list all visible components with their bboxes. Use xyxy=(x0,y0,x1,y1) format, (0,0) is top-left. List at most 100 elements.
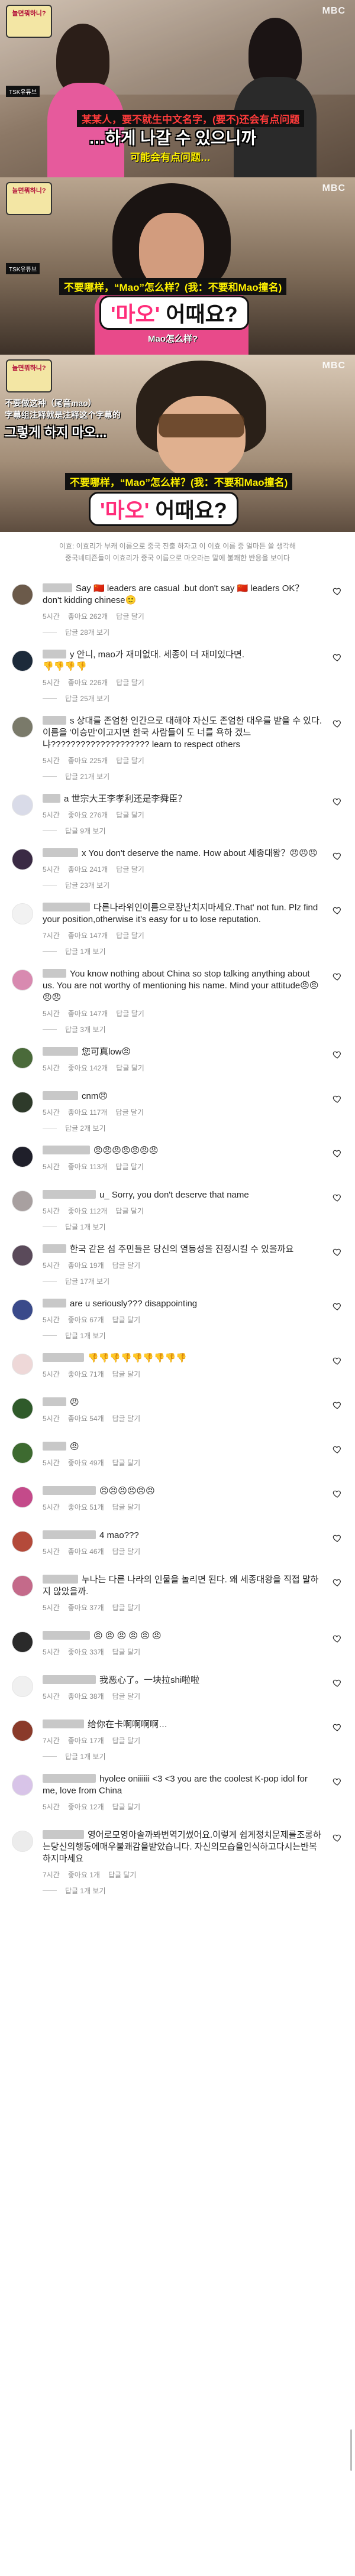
avatar[interactable] xyxy=(12,969,33,991)
username-redacted[interactable] xyxy=(43,1397,66,1406)
like-count[interactable]: 좋아요 19개 xyxy=(68,1260,104,1270)
username-redacted[interactable] xyxy=(43,583,72,592)
like-count[interactable]: 좋아요 113개 xyxy=(68,1162,108,1172)
like-count[interactable]: 좋아요 276개 xyxy=(68,810,108,820)
reply-button[interactable]: 답글 달기 xyxy=(115,1162,144,1172)
avatar[interactable] xyxy=(12,1047,33,1069)
reply-button[interactable]: 답글 달기 xyxy=(116,611,144,621)
username-redacted[interactable] xyxy=(43,1486,96,1495)
like-count[interactable]: 좋아요 226개 xyxy=(68,677,108,687)
like-count[interactable]: 좋아요 117개 xyxy=(68,1107,108,1117)
username-redacted[interactable] xyxy=(43,848,78,857)
reply-button[interactable]: 답글 달기 xyxy=(112,1315,141,1325)
heart-icon[interactable] xyxy=(333,1149,342,1158)
avatar[interactable] xyxy=(12,1676,33,1697)
reply-button[interactable]: 답글 달기 xyxy=(115,1107,144,1117)
avatar[interactable] xyxy=(12,1146,33,1167)
heart-icon[interactable] xyxy=(333,1634,342,1643)
heart-icon[interactable] xyxy=(333,1302,342,1311)
view-replies-button[interactable]: 답글 17개 보기 xyxy=(0,1274,355,1292)
heart-icon[interactable] xyxy=(333,1678,342,1688)
reply-button[interactable]: 답글 달기 xyxy=(112,1647,141,1657)
view-replies-button[interactable]: 답글 23개 보기 xyxy=(0,878,355,896)
username-redacted[interactable] xyxy=(43,1530,96,1539)
heart-icon[interactable] xyxy=(333,972,342,981)
username-redacted[interactable] xyxy=(43,1774,96,1783)
heart-icon[interactable] xyxy=(333,719,342,728)
like-count[interactable]: 좋아요 142개 xyxy=(68,1063,108,1073)
view-replies-button[interactable]: 답글 25개 보기 xyxy=(0,691,355,709)
like-count[interactable]: 좋아요 147개 xyxy=(68,930,108,940)
username-redacted[interactable] xyxy=(43,1146,90,1154)
like-count[interactable]: 좋아요 262개 xyxy=(68,611,108,621)
avatar[interactable] xyxy=(12,794,33,816)
reply-button[interactable]: 답글 달기 xyxy=(115,1206,144,1216)
heart-icon[interactable] xyxy=(333,653,342,662)
username-redacted[interactable] xyxy=(43,716,66,725)
scrollbar[interactable] xyxy=(350,2429,352,2471)
avatar[interactable] xyxy=(12,1354,33,1375)
like-count[interactable]: 좋아요 67개 xyxy=(68,1315,104,1325)
avatar[interactable] xyxy=(12,650,33,671)
view-replies-button[interactable]: 답글 1개 보기 xyxy=(0,944,355,962)
username-redacted[interactable] xyxy=(43,1631,90,1640)
view-replies-button[interactable]: 답글 1개 보기 xyxy=(0,1219,355,1238)
like-count[interactable]: 좋아요 33개 xyxy=(68,1647,104,1657)
heart-icon[interactable] xyxy=(333,1578,342,1587)
avatar[interactable] xyxy=(12,584,33,605)
username-redacted[interactable] xyxy=(43,1720,84,1728)
like-count[interactable]: 좋아요 241개 xyxy=(68,864,108,874)
username-redacted[interactable] xyxy=(43,794,60,803)
username-redacted[interactable] xyxy=(43,1091,78,1100)
like-count[interactable]: 좋아요 71개 xyxy=(68,1369,104,1379)
like-count[interactable]: 좋아요 147개 xyxy=(68,1008,108,1018)
view-replies-button[interactable]: 답글 1개 보기 xyxy=(0,1883,355,1902)
avatar[interactable] xyxy=(12,1631,33,1653)
heart-icon[interactable] xyxy=(333,1094,342,1104)
heart-icon[interactable] xyxy=(333,1050,342,1059)
heart-icon[interactable] xyxy=(333,797,342,806)
like-count[interactable]: 좋아요 37개 xyxy=(68,1602,104,1613)
heart-icon[interactable] xyxy=(333,1777,342,1786)
heart-icon[interactable] xyxy=(333,1722,342,1732)
reply-button[interactable]: 답글 달기 xyxy=(116,1008,144,1018)
like-count[interactable]: 좋아요 38개 xyxy=(68,1691,104,1701)
avatar[interactable] xyxy=(12,1299,33,1321)
reply-button[interactable]: 답글 달기 xyxy=(116,864,144,874)
reply-button[interactable]: 답글 달기 xyxy=(116,930,144,940)
view-replies-button[interactable]: 답글 1개 보기 xyxy=(0,1749,355,1767)
view-replies-button[interactable]: 답글 21개 보기 xyxy=(0,769,355,787)
username-redacted[interactable] xyxy=(43,969,66,978)
avatar[interactable] xyxy=(12,1245,33,1266)
username-redacted[interactable] xyxy=(43,1190,96,1199)
reply-button[interactable]: 답글 달기 xyxy=(112,1260,141,1270)
avatar[interactable] xyxy=(12,1575,33,1597)
reply-button[interactable]: 답글 달기 xyxy=(112,1413,141,1423)
like-count[interactable]: 좋아요 49개 xyxy=(68,1458,104,1468)
avatar[interactable] xyxy=(12,1398,33,1419)
avatar[interactable] xyxy=(12,903,33,924)
username-redacted[interactable] xyxy=(43,1047,78,1056)
avatar[interactable] xyxy=(12,1487,33,1508)
view-replies-button[interactable]: 답글 3개 보기 xyxy=(0,1022,355,1040)
reply-button[interactable]: 답글 달기 xyxy=(116,677,144,687)
avatar[interactable] xyxy=(12,1720,33,1741)
like-count[interactable]: 좋아요 112개 xyxy=(68,1206,108,1216)
view-replies-button[interactable]: 답글 28개 보기 xyxy=(0,625,355,643)
reply-button[interactable]: 답글 달기 xyxy=(112,1802,141,1812)
username-redacted[interactable] xyxy=(43,1830,84,1839)
heart-icon[interactable] xyxy=(333,1445,342,1454)
avatar[interactable] xyxy=(12,1831,33,1852)
reply-button[interactable]: 답글 달기 xyxy=(112,1546,141,1556)
view-replies-button[interactable]: 답글 9개 보기 xyxy=(0,823,355,842)
username-redacted[interactable] xyxy=(43,1575,78,1584)
username-redacted[interactable] xyxy=(43,1353,84,1362)
reply-button[interactable]: 답글 달기 xyxy=(112,1502,141,1512)
username-redacted[interactable] xyxy=(43,1244,66,1253)
heart-icon[interactable] xyxy=(333,851,342,861)
reply-button[interactable]: 답글 달기 xyxy=(116,1063,144,1073)
heart-icon[interactable] xyxy=(333,1247,342,1257)
avatar[interactable] xyxy=(12,716,33,738)
like-count[interactable]: 좋아요 225개 xyxy=(68,755,108,765)
heart-icon[interactable] xyxy=(333,1356,342,1365)
